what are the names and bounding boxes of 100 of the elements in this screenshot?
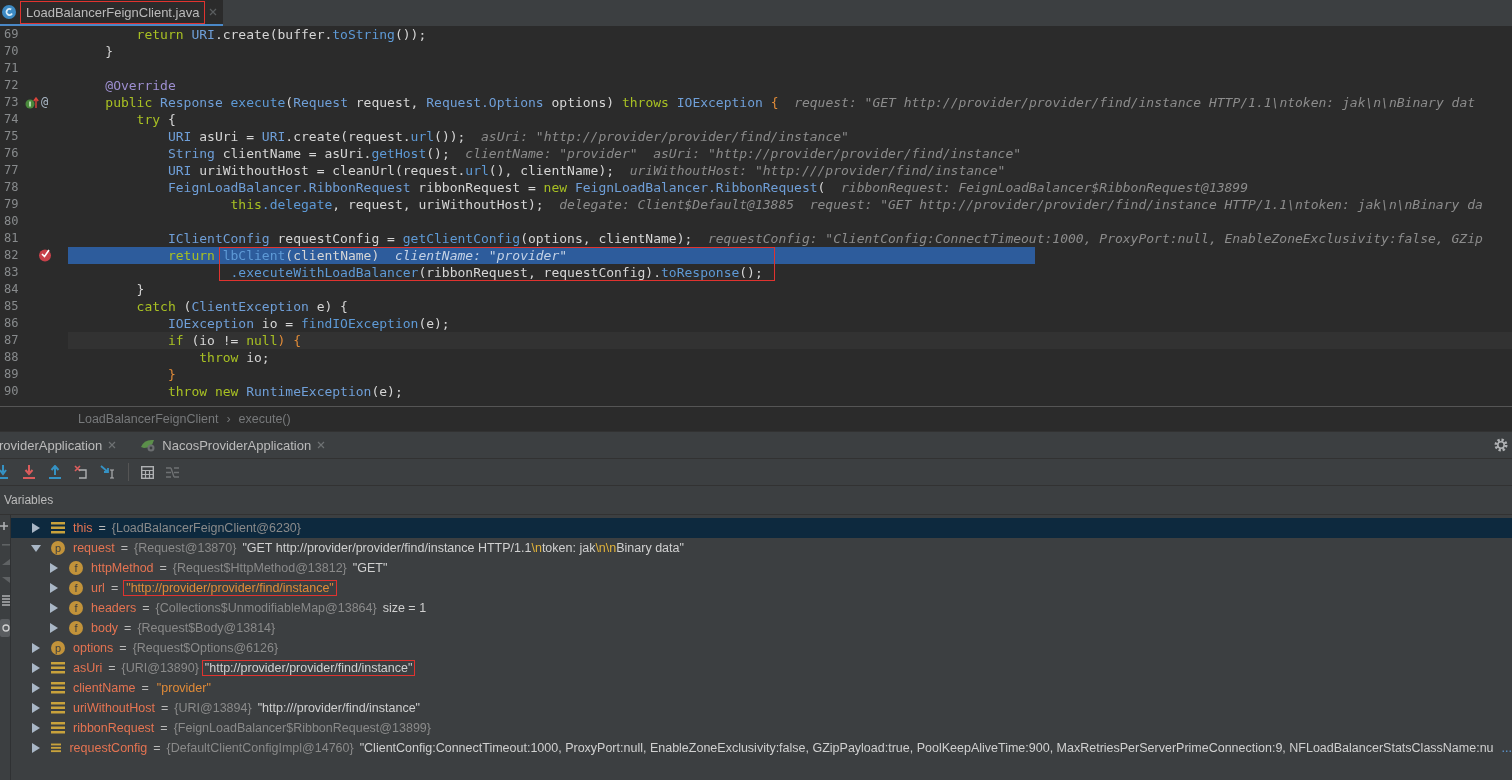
variable-row[interactable]: ribbonRequest = {FeignLoadBalancer$RibbonRequest@13899} [11,718,1512,738]
collapse-arrow-icon[interactable] [31,543,41,553]
variable-name: request [73,541,115,555]
code-text: if (io != null) { [166,332,301,349]
equals-sign: = [153,741,161,755]
equals-sign: = [120,541,128,555]
field-icon: f [69,581,83,595]
more-link[interactable]: ... [1501,741,1512,755]
code-text: public Response execute(Request request, Request.Options options) throws IOException { [104,94,779,111]
variable-row[interactable]: f body = {Request$Body@13814} [11,618,1512,638]
inline-value-hint: request: "GET http://provider/provider/find/instance HTTP/1.1\ntoken: jak\n\nBinary dat [794,94,1476,111]
variable-name: this [73,521,93,535]
line-number: 71 [3,60,20,77]
local-variable-icon [51,702,65,714]
variable-name: body [91,621,119,635]
line-number: 73 [3,94,20,111]
expand-arrow-icon[interactable] [31,683,41,693]
debug-session-tab[interactable]: NacosProviderApplication [140,437,334,453]
watches-icon[interactable] [0,619,10,637]
code-text: .executeWithLoadBalancer(ribbonRequest, requestConfig).toResponse(); [229,264,763,281]
variable-row[interactable]: this = {LoadBalancerFeignClient@6230} [11,518,1512,538]
settings-icon[interactable] [1494,438,1508,452]
breadcrumb-separator: › [226,412,231,426]
variable-name: url [91,581,105,595]
expand-arrow-icon[interactable] [31,663,41,673]
field-icon: f [69,601,83,615]
variable-row[interactable]: uriWithoutHost = {URI@13894} "http:///provider/find/instance" [11,698,1512,718]
variable-row[interactable]: f url = "http://provider/provider/find/instance" [11,578,1512,598]
line-number: 74 [3,111,20,128]
line-number: 88 [3,349,20,366]
expand-arrow-icon[interactable] [31,523,41,533]
breakpoint-icon[interactable] [38,248,52,262]
table-icon[interactable] [141,465,154,479]
code-text: IClientConfig requestConfig = getClientConfig(options, clientName); [166,230,693,247]
implements-method-icon[interactable] [25,97,39,109]
expand-arrow-icon[interactable] [49,563,59,573]
line-number: 69 [3,26,20,43]
object-reference: {Collections$UnmodifiableMap@13864} [155,601,377,615]
line-number: 78 [3,179,20,196]
debug-session-tab[interactable]: roviderApplication [0,437,125,453]
code-text: this.delegate, request, uriWithoutHost); [229,196,544,213]
drop-frame-icon[interactable] [74,465,88,479]
run-to-cursor-icon[interactable] [100,465,116,479]
panel-title: Variables [4,493,54,507]
variable-name: ribbonRequest [73,721,155,735]
annotation-marker[interactable]: @ [41,94,49,111]
force-step-into-icon[interactable] [22,465,36,479]
parameter-icon: p [51,641,65,655]
line-number: 77 [3,162,20,179]
expand-arrow-icon[interactable] [31,743,41,753]
copy-icon[interactable] [2,595,10,607]
line-number: 86 [3,315,20,332]
variable-row[interactable]: p request = {Request@13870} "GET http://provider/provider/find/instance HTTP/1.1\ntoken: jak\n\nBinary data" [11,538,1512,558]
variable-name: requestConfig [69,741,148,755]
line-number: 90 [3,383,20,400]
variable-row[interactable]: asUri = {URI@13890} "http://provider/provider/find/instance" [11,658,1512,678]
variable-value: "GET" [351,561,389,575]
object-reference: {URI@13890} [121,661,199,675]
expand-arrow-icon[interactable] [49,583,59,593]
inline-value-hint: ribbonRequest: FeignLoadBalancer$RibbonRequest@13899 [841,179,1249,196]
breadcrumb-item[interactable]: execute() [238,412,291,426]
variable-row[interactable]: f headers = {Collections$UnmodifiableMap@13864} size = 1 [11,598,1512,618]
step-out-icon[interactable] [48,465,62,479]
code-text: @Override [104,77,176,94]
expand-arrow-icon[interactable] [31,643,41,653]
add-icon[interactable] [0,521,10,531]
inline-value-hint: asUri: "http://provider/provider/find/instance" [481,128,849,145]
variable-name: headers [91,601,137,615]
line-number: 80 [3,213,20,230]
breadcrumb-item[interactable]: LoadBalancerFeignClient [78,412,219,426]
equals-sign: = [160,721,168,735]
editor-tab[interactable]: LoadBalancerFeignClient.java [0,0,224,26]
object-reference: {Request$HttpMethod@13812} [172,561,347,575]
line-number: 79 [3,196,20,213]
object-reference: {Request@13870} [134,541,237,555]
code-text: URI uriWithoutHost = cleanUrl(request.url(), clientName); [166,162,615,179]
class-file-icon [2,5,16,19]
local-variable-icon [51,722,65,734]
object-reference: {Request$Body@13814} [137,621,276,635]
variable-name: httpMethod [91,561,154,575]
object-reference: {FeignLoadBalancer$RibbonRequest@13899} [173,721,431,735]
line-number: 81 [3,230,20,247]
inline-value-hint: clientName: "provider" asUri: "http://provider/provider/find/instance" [465,145,1022,162]
code-text: IOException io = findIOException(e); [166,315,450,332]
expand-arrow-icon[interactable] [31,703,41,713]
equals-sign: = [124,621,132,635]
variable-value: "http://provider/provider/find/instance" [202,661,415,675]
variable-row[interactable]: clientName = "provider" [11,678,1512,698]
line-number: 83 [3,264,20,281]
variable-row[interactable]: p options = {Request$Options@6126} [11,638,1512,658]
variable-row[interactable]: f httpMethod = {Request$HttpMethod@13812} "GET" [11,558,1512,578]
inline-value-hint: uriWithoutHost: "http:///provider/find/instance" [629,162,1006,179]
local-variable-icon [51,682,65,694]
expand-arrow-icon[interactable] [49,623,59,633]
local-variable-icon [51,662,65,674]
expand-arrow-icon[interactable] [31,723,41,733]
local-variable-icon [51,742,62,754]
expand-arrow-icon[interactable] [49,603,59,613]
step-into-icon[interactable] [0,465,10,479]
code-text: throw io; [198,349,270,366]
